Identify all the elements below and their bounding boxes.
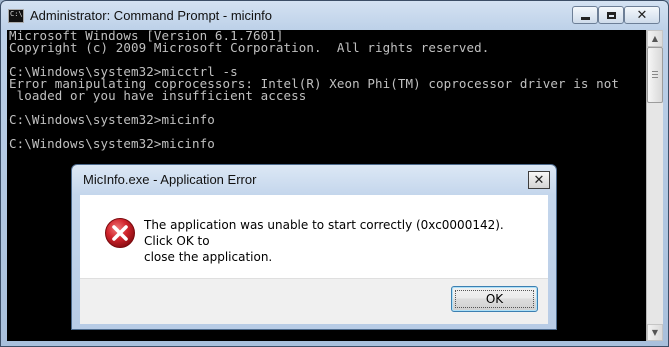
error-message: The application was unable to start corr…: [144, 217, 534, 265]
console-line: loaded or you have insufficient access: [9, 88, 307, 103]
console-line: Copyright (c) 2009 Microsoft Corporation…: [9, 40, 490, 55]
dialog-title: MicInfo.exe - Application Error: [83, 172, 257, 187]
minimize-button[interactable]: [572, 6, 598, 24]
console-line: C:\Windows\system32>micinfo: [9, 136, 215, 151]
application-error-dialog: MicInfo.exe - Application Error ✕ The ap…: [71, 164, 557, 330]
vertical-scrollbar[interactable]: ▲ ▼: [646, 30, 663, 341]
close-button[interactable]: ✕: [624, 6, 660, 24]
minimize-icon: [580, 16, 590, 20]
cmd-icon-text: C:\: [10, 10, 23, 18]
scroll-down-button[interactable]: ▼: [647, 324, 663, 341]
close-icon: ✕: [636, 7, 648, 23]
error-message-line2: close the application.: [144, 250, 273, 264]
thumb-grip: [652, 71, 658, 72]
console-text: Microsoft Windows [Version 6.1.7601] Copy…: [9, 30, 619, 150]
title-bar[interactable]: C:\ Administrator: Command Prompt - mici…: [1, 1, 668, 31]
maximize-icon: [606, 11, 616, 19]
error-icon: [105, 218, 135, 248]
error-message-line1: The application was unable to start corr…: [144, 218, 504, 248]
caption-buttons: ✕: [572, 6, 662, 26]
scroll-up-button[interactable]: ▲: [647, 30, 663, 47]
console-line: C:\Windows\system32>micinfo: [9, 112, 215, 127]
ok-button[interactable]: OK: [451, 286, 538, 312]
close-icon: ✕: [533, 172, 545, 188]
cmd-app-icon[interactable]: C:\: [8, 9, 24, 23]
scroll-thumb[interactable]: [647, 47, 663, 103]
focus-rect: [455, 290, 534, 308]
thumb-grip: [652, 74, 658, 75]
window-title: Administrator: Command Prompt - micinfo: [30, 8, 273, 23]
dialog-body: The application was unable to start corr…: [80, 195, 548, 278]
maximize-button[interactable]: [598, 6, 624, 24]
thumb-grip: [652, 77, 658, 78]
dialog-close-button[interactable]: ✕: [528, 171, 550, 189]
